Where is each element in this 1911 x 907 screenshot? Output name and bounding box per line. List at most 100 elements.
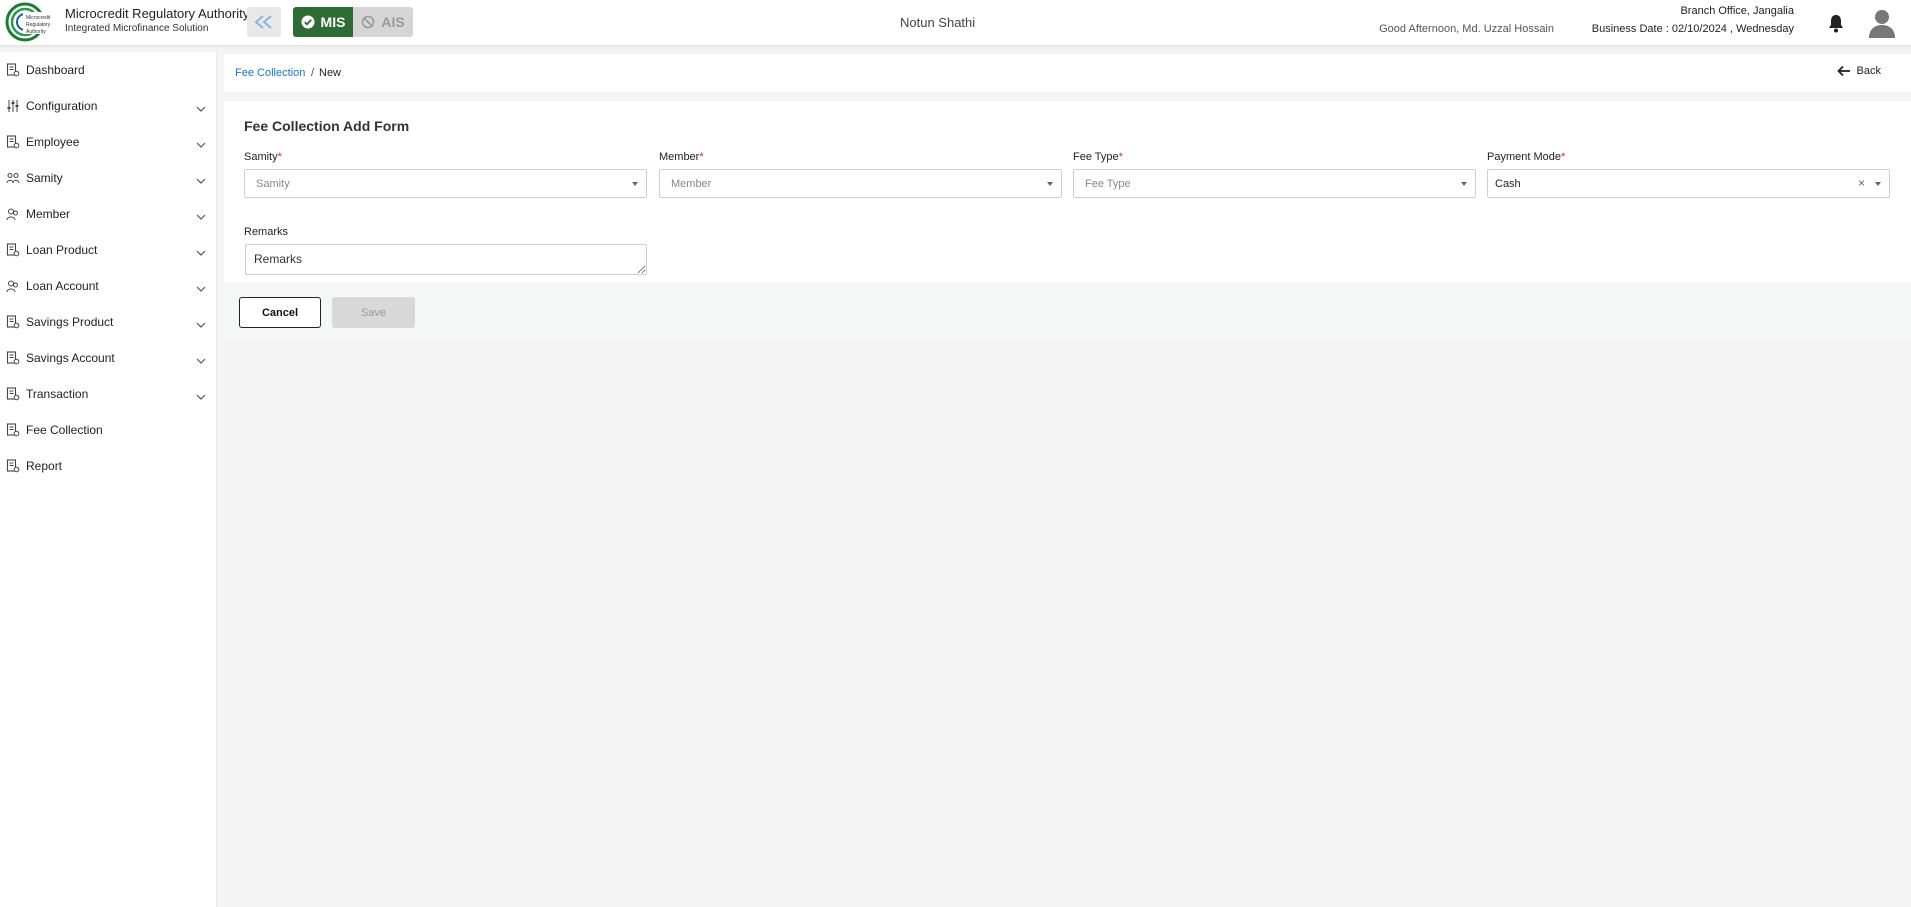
chevron-down-icon[interactable] <box>196 137 206 148</box>
remarks-textarea[interactable] <box>245 244 647 275</box>
document-icon <box>6 315 20 329</box>
document-icon <box>6 243 20 257</box>
sidebar-item-savings-product[interactable]: Savings Product <box>0 304 216 340</box>
back-button[interactable]: Back <box>1836 65 1881 77</box>
sidebar-item-member[interactable]: Member <box>0 196 216 232</box>
payment-mode-label-text: Payment Mode <box>1487 151 1561 163</box>
clear-icon[interactable]: × <box>1858 176 1865 190</box>
sidebar-item-label: Member <box>26 207 71 221</box>
fee-type-select[interactable]: Fee Type <box>1073 169 1476 198</box>
mode-ais-label: AIS <box>381 14 405 30</box>
required-mark: * <box>1118 151 1123 163</box>
sidebar-item-fee-collection[interactable]: Fee Collection <box>0 412 216 448</box>
check-circle-icon <box>301 15 315 29</box>
required-mark: * <box>699 151 704 163</box>
document-icon <box>6 135 20 149</box>
fee-type-label-text: Fee Type <box>1073 151 1119 163</box>
caret-down-icon <box>632 182 638 186</box>
sidebar-item-label: Dashboard <box>26 63 85 77</box>
chevron-down-icon[interactable] <box>196 317 206 328</box>
sidebar-item-label: Fee Collection <box>26 423 103 437</box>
member-select[interactable]: Member <box>659 169 1062 198</box>
sidebar-item-employee[interactable]: Employee <box>0 124 216 160</box>
branch-name: Branch Office, Jangalia <box>1680 5 1794 17</box>
sidebar-item-dashboard[interactable]: Dashboard <box>0 52 216 88</box>
chevron-down-icon[interactable] <box>196 389 206 400</box>
chevron-down-icon[interactable] <box>196 101 206 112</box>
breadcrumb-separator: / <box>311 67 315 79</box>
document-icon <box>6 459 20 473</box>
sidebar-item-loan-product[interactable]: Loan Product <box>0 232 216 268</box>
document-icon <box>6 387 20 401</box>
member-label-text: Member <box>659 151 700 163</box>
document-icon <box>6 351 20 365</box>
organization-name: Notun Shathi <box>900 15 976 30</box>
payment-mode-select[interactable]: Cash × <box>1487 169 1890 198</box>
users-icon <box>6 279 20 293</box>
samity-select[interactable]: Samity <box>244 169 647 198</box>
sidebar-item-label: Loan Account <box>26 279 99 293</box>
caret-down-icon <box>1461 182 1467 186</box>
mode-ais-button[interactable]: AIS <box>353 7 413 37</box>
samity-label: Samity* <box>244 151 282 163</box>
form-actions: Cancel Save <box>224 282 1911 341</box>
svg-text:Microcredit: Microcredit <box>26 15 51 21</box>
group-icon <box>6 171 20 185</box>
mra-logo[interactable]: Microcredit Regulatory Authority <box>5 2 58 42</box>
mode-toggle: MIS AIS <box>293 7 413 37</box>
samity-label-text: Samity <box>244 151 278 163</box>
sidebar-item-transaction[interactable]: Transaction <box>0 376 216 412</box>
document-icon <box>6 63 20 77</box>
user-greeting: Good Afternoon, Md. Uzzal Hossain <box>1379 23 1554 35</box>
sidebar-item-label: Savings Product <box>26 315 114 329</box>
save-button[interactable]: Save <box>332 297 415 328</box>
chevron-down-icon[interactable] <box>196 281 206 292</box>
ban-icon <box>362 15 375 29</box>
sidebar-item-label: Transaction <box>26 387 89 401</box>
svg-text:Regulatory: Regulatory <box>26 22 51 28</box>
caret-down-icon <box>1047 182 1053 186</box>
brand-title: Microcredit Regulatory Authority <box>65 6 250 21</box>
user-avatar-icon[interactable] <box>1868 8 1896 38</box>
sidebar-item-samity[interactable]: Samity <box>0 160 216 196</box>
fee-type-placeholder: Fee Type <box>1085 178 1131 190</box>
member-placeholder: Member <box>671 178 712 190</box>
document-icon <box>6 423 20 437</box>
form-title: Fee Collection Add Form <box>244 118 410 134</box>
breadcrumb-link-fee-collection[interactable]: Fee Collection <box>235 67 305 79</box>
chevron-down-icon[interactable] <box>196 353 206 364</box>
notification-bell-icon[interactable] <box>1827 13 1845 33</box>
sidebar-item-label: Loan Product <box>26 243 98 257</box>
required-mark: * <box>277 151 282 163</box>
mode-mis-label: MIS <box>320 14 346 30</box>
cancel-button[interactable]: Cancel <box>239 297 321 328</box>
users-icon <box>6 207 20 221</box>
chevron-down-icon[interactable] <box>196 245 206 256</box>
member-label: Member* <box>659 151 704 163</box>
back-label: Back <box>1856 65 1881 77</box>
chevron-down-icon[interactable] <box>196 173 206 184</box>
sidebar-item-report[interactable]: Report <box>0 448 216 484</box>
remarks-label: Remarks <box>244 226 289 238</box>
sidebar-item-label: Report <box>26 459 63 473</box>
sidebar-item-label: Savings Account <box>26 351 115 365</box>
required-mark: * <box>1560 151 1566 163</box>
mode-mis-button[interactable]: MIS <box>293 7 353 37</box>
fee-type-label: Fee Type* <box>1073 151 1123 163</box>
breadcrumb-current: New <box>319 67 342 79</box>
breadcrumb: Fee Collection / New Back <box>224 54 1911 92</box>
payment-mode-value: Cash <box>1495 178 1521 190</box>
sidebar-item-label: Employee <box>26 135 80 149</box>
chevron-down-icon[interactable] <box>196 209 206 220</box>
brand-subtitle: Integrated Microfinance Solution <box>65 23 209 34</box>
samity-placeholder: Samity <box>256 178 290 190</box>
sidebar-item-label: Samity <box>26 171 63 185</box>
arrow-left-icon <box>1836 65 1850 77</box>
sidebar-item-configuration[interactable]: Configuration <box>0 88 216 124</box>
sidebar-item-savings-account[interactable]: Savings Account <box>0 340 216 376</box>
sidebar-item-loan-account[interactable]: Loan Account <box>0 268 216 304</box>
caret-down-icon <box>1875 182 1881 186</box>
sidebar-item-label: Configuration <box>26 99 98 113</box>
sidebar: Dashboard Configuration Employee Samity Memb… <box>0 52 217 907</box>
collapse-sidebar-button[interactable] <box>247 7 281 37</box>
